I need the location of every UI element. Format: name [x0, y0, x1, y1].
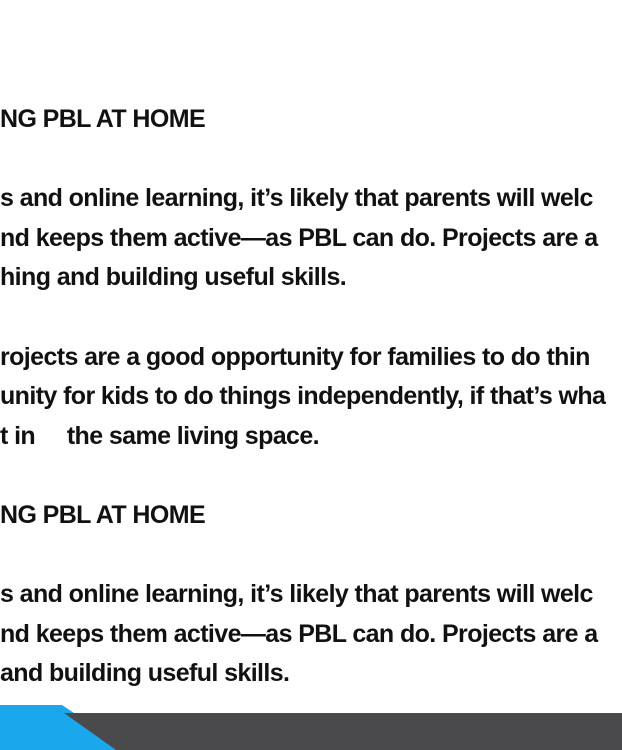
- footer-accent-block: [0, 713, 64, 750]
- paragraph-line: s and online learning, it’s likely that …: [0, 580, 593, 608]
- footer-accent-tab-slant: [62, 705, 74, 713]
- section-heading: NG PBL AT HOME: [0, 105, 206, 133]
- paragraph-line: nd keeps them active—as PBL can do. Proj…: [0, 620, 598, 648]
- paragraph-line: nd keeps them active—as PBL can do. Proj…: [0, 224, 598, 252]
- paragraph-line: t in the same living space.: [0, 422, 320, 450]
- paragraph-line: rojects are a good opportunity for famil…: [0, 343, 590, 371]
- footer-bar: [0, 713, 622, 750]
- section-heading: NG PBL AT HOME: [0, 501, 206, 529]
- footer-accent-slant: [64, 713, 116, 750]
- paragraph-line: hing and building useful skills.: [0, 263, 347, 291]
- paragraph-line: and building useful skills.: [0, 659, 290, 687]
- footer-accent-tab: [0, 705, 62, 713]
- paragraph-line: s and online learning, it’s likely that …: [0, 184, 593, 212]
- paragraph-line: unity for kids to do things independentl…: [0, 382, 606, 410]
